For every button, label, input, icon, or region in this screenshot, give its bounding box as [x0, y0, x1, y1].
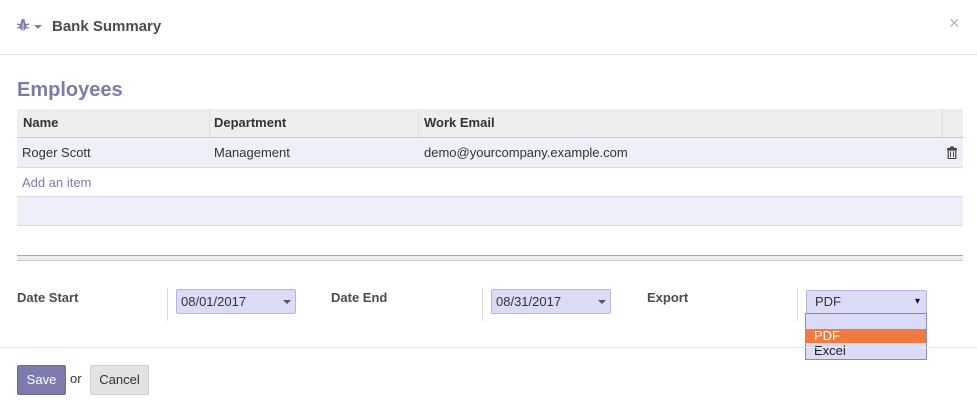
table-header: Name Department Work Email: [17, 109, 963, 138]
column-header-work-email[interactable]: Work Email: [419, 109, 943, 137]
dialog-title: Bank Summary: [52, 18, 162, 35]
date-end-input[interactable]: 08/31/2017: [491, 289, 611, 314]
add-item-link[interactable]: Add an item: [22, 175, 91, 190]
add-item-row: Add an item: [17, 168, 963, 197]
export-option-pdf[interactable]: PDF: [806, 329, 926, 343]
close-icon[interactable]: ×: [949, 14, 960, 32]
date-start-value: 08/01/2017: [181, 294, 247, 309]
column-header-actions: [943, 109, 963, 137]
or-text: or: [70, 371, 82, 386]
date-end-label: Date End: [331, 290, 388, 305]
chevron-down-icon[interactable]: ▾: [915, 291, 920, 313]
cell-department: Management: [214, 145, 290, 160]
section-divider: [17, 255, 963, 261]
date-start-input[interactable]: 08/01/2017: [176, 289, 296, 314]
cancel-button[interactable]: Cancel: [90, 365, 149, 395]
export-label: Export: [647, 290, 689, 305]
modal-footer: Save or Cancel: [0, 347, 977, 409]
export-selected-value: PDF: [815, 294, 841, 309]
column-header-department[interactable]: Department: [210, 109, 419, 137]
employees-table: Name Department Work Email Roger Scott M…: [17, 109, 963, 226]
save-button[interactable]: Save: [17, 365, 66, 395]
chevron-down-icon[interactable]: [34, 25, 42, 29]
cell-work-email: demo@yourcompany.example.com: [424, 145, 628, 160]
chevron-down-icon[interactable]: [598, 300, 606, 304]
chevron-down-icon[interactable]: [283, 300, 291, 304]
field-divider: [482, 288, 483, 321]
modal-header: Bank Summary ×: [0, 0, 977, 55]
export-option-empty[interactable]: [806, 315, 926, 329]
trash-icon[interactable]: [946, 146, 958, 159]
column-header-name[interactable]: Name: [17, 109, 210, 137]
export-select[interactable]: PDF ▾: [806, 290, 927, 314]
field-divider: [797, 288, 798, 321]
bug-icon[interactable]: [16, 18, 30, 32]
cell-name: Roger Scott: [22, 145, 91, 160]
date-end-value: 08/31/2017: [496, 294, 562, 309]
date-start-label: Date Start: [17, 290, 79, 305]
field-divider: [167, 288, 168, 321]
section-title: Employees: [17, 79, 123, 101]
table-row[interactable]: Roger Scott Management demo@yourcompany.…: [17, 138, 963, 168]
table-row-empty: [17, 197, 963, 226]
